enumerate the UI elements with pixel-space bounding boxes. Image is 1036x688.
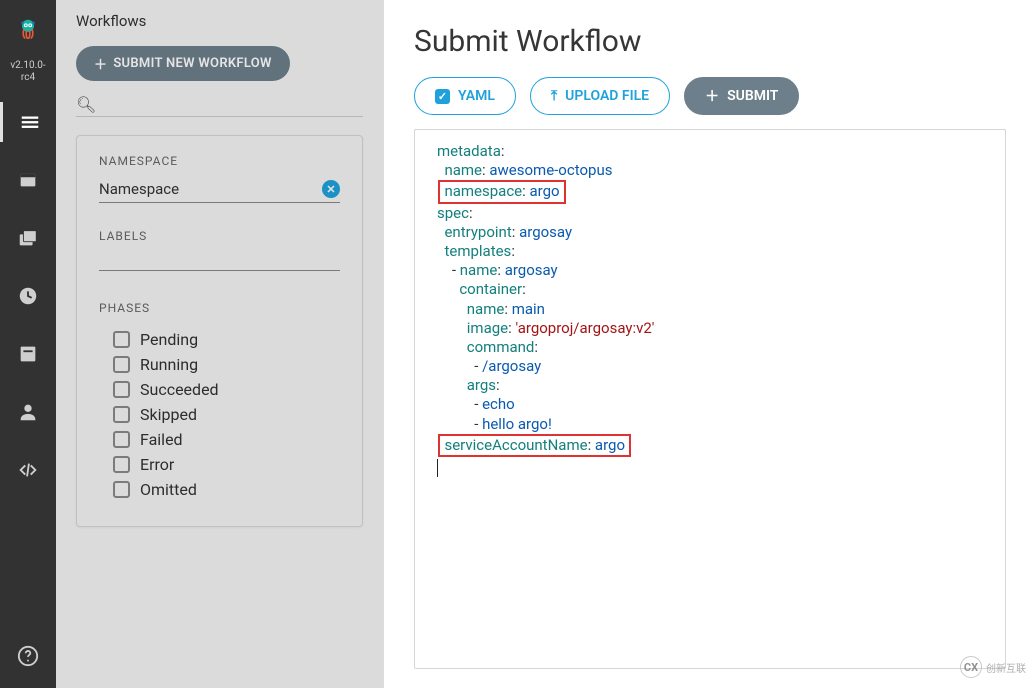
version-label: v2.10.0-rc4 — [10, 60, 45, 84]
editor-cursor — [437, 459, 438, 477]
checkbox[interactable] — [113, 356, 130, 373]
phase-skipped[interactable]: Skipped — [99, 402, 340, 427]
yaml-editor[interactable]: metadata: name: awesome-octopus namespac… — [414, 129, 1006, 669]
nav-user[interactable] — [0, 392, 56, 432]
phase-label: Error — [140, 455, 174, 474]
upload-file-button[interactable]: ⤒ UPLOAD FILE — [530, 77, 670, 115]
namespace-field[interactable]: Namespace — [99, 180, 179, 198]
checkbox[interactable] — [113, 456, 130, 473]
clear-namespace-icon[interactable]: ✕ — [322, 180, 340, 198]
watermark: CX 创新互联 — [960, 656, 1026, 678]
checkbox[interactable] — [113, 431, 130, 448]
checkbox[interactable] — [113, 331, 130, 348]
phase-label: Omitted — [140, 480, 197, 499]
nav-archived[interactable] — [0, 218, 56, 258]
phase-label: Succeeded — [140, 380, 219, 399]
modal-title: Submit Workflow — [414, 24, 1006, 59]
argo-logo — [8, 8, 48, 48]
search-input[interactable]: 🔍︎ — [76, 95, 363, 117]
submit-button[interactable]: ＋ SUBMIT — [684, 77, 799, 115]
checkbox[interactable] — [113, 381, 130, 398]
upload-icon: ⤒ — [551, 88, 557, 104]
check-icon: ✓ — [435, 89, 450, 104]
phase-label: Failed — [140, 430, 183, 449]
namespace-highlight: namespace: argo — [438, 180, 565, 203]
phase-error[interactable]: Error — [99, 452, 340, 477]
nav-code[interactable] — [0, 450, 56, 490]
phase-label: Running — [140, 355, 198, 374]
checkbox[interactable] — [113, 481, 130, 498]
nav-templates[interactable] — [0, 160, 56, 200]
phase-pending[interactable]: Pending — [99, 327, 340, 352]
plus-icon: ＋ — [94, 54, 107, 73]
labels-section-label: LABELS — [99, 229, 340, 243]
phase-succeeded[interactable]: Succeeded — [99, 377, 340, 402]
plus-icon: ＋ — [705, 86, 719, 106]
labels-field[interactable] — [99, 269, 340, 271]
phase-failed[interactable]: Failed — [99, 427, 340, 452]
nav-help[interactable] — [0, 636, 56, 676]
phase-label: Skipped — [140, 405, 197, 424]
page-title: Workflows — [76, 12, 363, 30]
phases-section-label: PHASES — [99, 301, 340, 315]
checkbox[interactable] — [113, 406, 130, 423]
phase-omitted[interactable]: Omitted — [99, 477, 340, 502]
nav-cron[interactable] — [0, 276, 56, 316]
yaml-toggle-button[interactable]: ✓ YAML — [414, 77, 516, 115]
service-account-highlight: serviceAccountName: argo — [438, 434, 631, 457]
phase-label: Pending — [140, 330, 198, 349]
submit-new-workflow-button[interactable]: ＋ SUBMIT NEW WORKFLOW — [76, 46, 290, 81]
phase-running[interactable]: Running — [99, 352, 340, 377]
search-icon: 🔍︎ — [76, 95, 96, 114]
nav-reports[interactable] — [0, 334, 56, 374]
nav-workflows[interactable] — [0, 102, 56, 142]
namespace-section-label: NAMESPACE — [99, 154, 340, 168]
